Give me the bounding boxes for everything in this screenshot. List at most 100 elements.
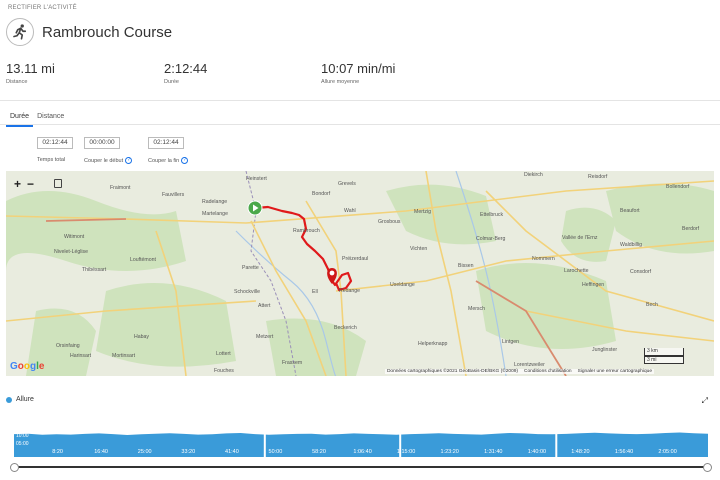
zoom-in-button[interactable]: + [14,177,21,191]
label-text: Couper la fin [148,157,180,164]
map-place-label: Nommern [532,256,555,262]
help-icon[interactable]: ? [125,157,133,164]
layers-icon[interactable] [54,179,62,188]
map-place-label: Bondorf [312,191,331,197]
trim-end-label: Couper la fin? [148,157,189,164]
map-place-label: Harinsart [70,353,92,359]
activity-header: Rambrouch Course [6,18,172,46]
google-logo: Google [10,361,45,372]
x-tick-label: 58:20 [312,449,326,455]
x-tick-label: 2:05:00 [658,449,677,455]
map-place-label: Wahl [344,208,356,214]
map-place-label: Bissen [458,263,474,269]
map-place-label: Metzert [256,334,274,340]
map-place-label: Frassem [282,360,303,366]
label-text: Temps total [37,157,66,163]
route-map[interactable]: Fraimont Fauvillers Radelange Martelange… [6,171,714,376]
trim-end-handle[interactable] [703,463,712,472]
stat-value: 13.11 mi [6,61,55,76]
terms-link[interactable]: Conditions d'utilisation [524,369,572,374]
map-place-label: Martelange [202,211,228,217]
map-place-label: Diekirch [524,172,543,178]
map-place-label: Heinstert [246,176,267,182]
map-place-label: Helperknapp [418,341,448,347]
map-place-label: Habay [134,334,149,340]
map-place-label: Attert [258,303,271,309]
map-place-label: Lorentzweiler [514,362,545,368]
map-place-label: Lottert [216,351,231,357]
start-marker [247,200,263,216]
scale-km: 3 km [644,348,684,356]
pace-gap [263,423,266,457]
stat-pace: 10:07 min/mi Allure moyenne [321,61,395,85]
x-tick-label: 1:06:40 [353,449,372,455]
stat-value: 10:07 min/mi [321,61,396,76]
x-tick-label: 8:20 [52,449,63,455]
expand-icon[interactable]: ⤢ [702,396,708,406]
map-place-label: Mertzig [414,209,432,215]
x-tick-label: 25:00 [137,449,152,455]
map-place-label: Ettelbruck [480,212,504,218]
total-time-field[interactable]: 02:12:44 [37,137,73,149]
map-place-label: Rambrouch [293,228,320,234]
y-tick-label: 15:00 [16,424,29,430]
map-place-label: Redange [339,288,361,294]
map-place-label: Mersch [468,306,486,312]
x-tick-label: 16:40 [94,449,108,455]
slider-track [14,466,708,468]
x-tick-label: 1:31:40 [484,449,503,455]
map-place-label: Thibéssart [82,267,107,273]
zoom-controls: + − [14,177,34,191]
help-icon[interactable]: ? [181,157,189,164]
trim-start-label: Couper le début? [84,157,133,164]
trim-slider[interactable] [10,463,712,473]
breadcrumb[interactable]: RECTIFIER L'ACTIVITÉ [8,5,77,11]
map-place-label: Vichten [410,246,428,252]
scale-mi: 3 mi [644,356,684,364]
stat-label: Durée [164,79,179,85]
map-place-label: Mortinsart [112,353,136,359]
stat-label: Distance [6,79,28,85]
trim-start-field[interactable]: 00:00:00 [84,137,120,149]
y-tick-label: 05:00 [16,441,29,447]
map-place-label: Fraimont [110,185,131,191]
map-place-label: Beckerich [334,325,357,331]
map-place-label: Waldbillig [620,242,643,248]
chart-legend[interactable]: Allure [6,396,34,403]
map-place-label: Orsinfaing [56,343,80,349]
map-place-label: Useldange [390,282,415,288]
map-place-label: Parette [242,265,259,271]
zoom-out-button[interactable]: − [27,177,34,191]
x-tick-label: 1:23:20 [440,449,459,455]
map-place-label: Préizerdaul [342,256,369,262]
legend-dot [6,396,12,403]
map-place-label: Lintgen [502,339,520,345]
map-place-label: Grevels [338,181,356,187]
map-place-label: Bech [646,302,658,308]
stat-value: 2:12:44 [164,61,208,76]
y-tick-label: 10:00 [16,433,29,439]
map-place-label: Berdorf [682,226,700,232]
divider [0,100,720,101]
attribution-text: Données cartographiques ©2021 GeoBasis-D… [386,369,518,374]
map-place-label: Louftémont [130,257,156,263]
x-tick-label: 41:40 [225,449,239,455]
map-canvas [6,171,714,376]
map-place-label: Schockville [234,289,260,295]
x-tick-label: 1:56:40 [614,449,634,455]
pace-chart[interactable]: 15:00 10:00 05:00 8:20 16:40 25:00 33:20 41:40… [14,419,708,459]
map-place-label: Nivelet-Léglise [54,249,89,255]
x-tick-label: 50:00 [268,449,283,455]
trim-end-field[interactable]: 02:12:44 [148,137,184,149]
x-tick-label: 33:20 [181,449,196,455]
divider [0,124,720,125]
legend-label: Allure [16,396,34,403]
map-place-label: Consdorf [630,269,652,275]
map-place-label: Bollendorf [666,184,690,190]
stat-distance: 13.11 mi Distance [6,61,55,85]
map-place-label: Beaufort [620,208,640,214]
map-place-label: Colmar-Berg [476,236,506,242]
report-error-link[interactable]: Signaler une erreur cartographique [578,369,652,374]
trim-start-handle[interactable] [10,463,19,472]
map-place-label: Radelange [202,199,228,205]
